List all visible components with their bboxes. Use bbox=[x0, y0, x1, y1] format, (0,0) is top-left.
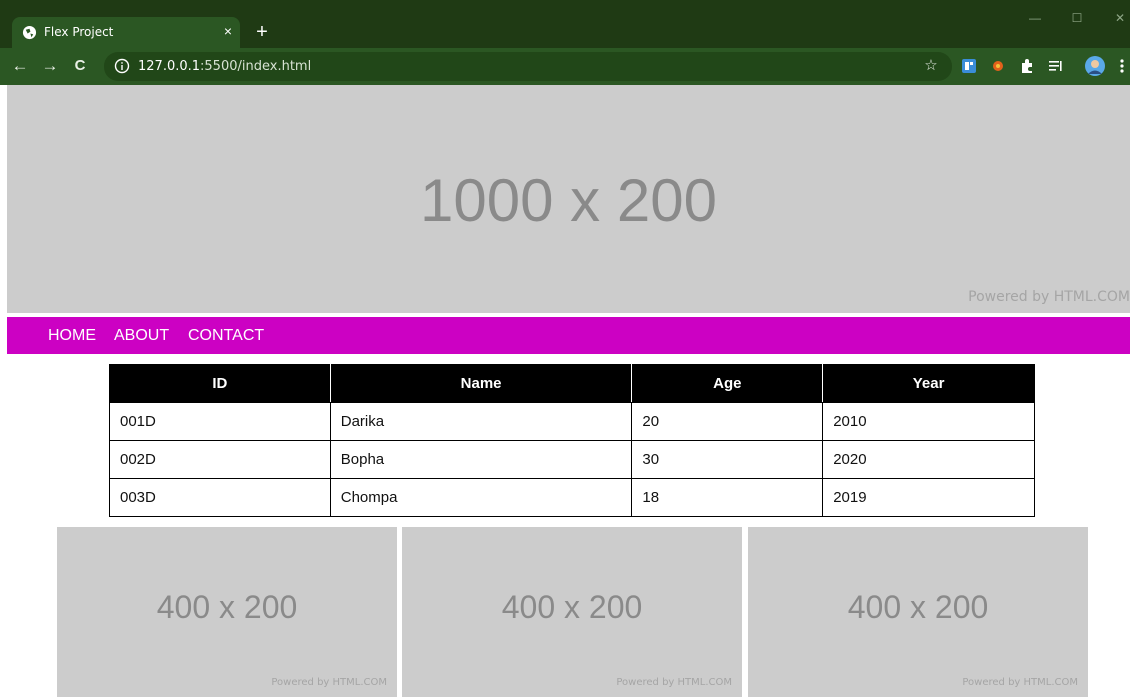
table-cell-name: Chompa bbox=[329, 478, 633, 517]
nav-link-home[interactable]: HOME bbox=[48, 327, 96, 345]
main-navbar: HOME ABOUT CONTACT bbox=[7, 317, 1130, 354]
hero-size-label: 1000 x 200 bbox=[420, 167, 717, 234]
info-icon[interactable] bbox=[114, 58, 130, 74]
tab-close-icon[interactable]: × bbox=[220, 23, 236, 39]
data-table: ID Name Age Year 001D Darika 20 2010 002… bbox=[109, 364, 1035, 517]
table-cell-id: 001D bbox=[109, 402, 331, 441]
table-cell-year: 2010 bbox=[822, 402, 1035, 441]
column-header-age: Age bbox=[631, 364, 824, 403]
new-tab-icon[interactable]: + bbox=[252, 22, 272, 42]
thumbnail-powered-by: Powered by HTML.COM bbox=[962, 677, 1078, 688]
column-header-id: ID bbox=[109, 364, 331, 403]
hero-powered-by: Powered by HTML.COM bbox=[968, 289, 1130, 305]
url-host: 127.0.0.1 bbox=[138, 59, 201, 74]
maximize-icon[interactable]: ☐ bbox=[1069, 10, 1085, 26]
address-bar[interactable]: 127.0.0.1:5500/index.html ☆ bbox=[104, 52, 952, 81]
hero-image: 1000 x 200 Powered by HTML.COM bbox=[7, 85, 1130, 313]
nav-link-about[interactable]: ABOUT bbox=[114, 327, 169, 345]
minimize-icon[interactable]: — bbox=[1027, 10, 1043, 26]
close-window-icon[interactable]: ✕ bbox=[1112, 10, 1128, 26]
forward-icon[interactable]: → bbox=[40, 56, 60, 76]
table-row: 002D Bopha 30 2020 bbox=[109, 440, 1035, 479]
table-cell-id: 003D bbox=[109, 478, 331, 517]
tab-strip: Flex Project × + — ☐ ✕ bbox=[0, 0, 1130, 48]
bookmark-star-icon[interactable]: ☆ bbox=[922, 57, 940, 75]
thumbnail-image: 400 x 200 Powered by HTML.COM bbox=[402, 527, 742, 697]
extensions-puzzle-icon[interactable] bbox=[1018, 57, 1036, 75]
table-cell-age: 18 bbox=[631, 478, 824, 517]
table-row: 001D Darika 20 2010 bbox=[109, 402, 1035, 441]
table-cell-name: Bopha bbox=[329, 440, 633, 479]
extension-translate-icon[interactable] bbox=[960, 57, 978, 75]
thumbnail-powered-by: Powered by HTML.COM bbox=[271, 677, 387, 688]
table-cell-year: 2020 bbox=[822, 440, 1035, 479]
globe-icon bbox=[22, 25, 37, 40]
reading-list-icon[interactable] bbox=[1047, 57, 1065, 75]
url-path: :5500/index.html bbox=[200, 59, 312, 74]
thumbnail-image: 400 x 200 Powered by HTML.COM bbox=[57, 527, 397, 697]
column-header-year: Year bbox=[822, 364, 1035, 403]
table-cell-year: 2019 bbox=[822, 478, 1035, 517]
profile-avatar-icon[interactable] bbox=[1084, 55, 1106, 77]
table-row: 003D Chompa 18 2019 bbox=[109, 478, 1035, 517]
table-cell-name: Darika bbox=[329, 402, 633, 441]
back-icon[interactable]: ← bbox=[10, 56, 30, 76]
tab-title: Flex Project bbox=[44, 25, 114, 39]
thumbnail-size-label: 400 x 200 bbox=[501, 589, 643, 625]
thumbnail-image: 400 x 200 Powered by HTML.COM bbox=[748, 527, 1088, 697]
browser-chrome: Flex Project × + — ☐ ✕ ← → C 127.0.0.1:5… bbox=[0, 0, 1130, 85]
extension-octopus-icon[interactable] bbox=[989, 57, 1007, 75]
table-cell-id: 002D bbox=[109, 440, 331, 479]
menu-kebab-icon[interactable] bbox=[1118, 57, 1126, 75]
table-cell-age: 20 bbox=[631, 402, 824, 441]
browser-toolbar: ← → C 127.0.0.1:5500/index.html ☆ bbox=[0, 48, 1130, 85]
thumbnail-size-label: 400 x 200 bbox=[847, 589, 989, 625]
table-cell-age: 30 bbox=[631, 440, 824, 479]
browser-tab[interactable]: Flex Project × bbox=[12, 17, 240, 48]
table-header-row: ID Name Age Year bbox=[109, 364, 1035, 403]
column-header-name: Name bbox=[329, 364, 633, 403]
thumbnail-size-label: 400 x 200 bbox=[156, 589, 298, 625]
thumbnail-powered-by: Powered by HTML.COM bbox=[616, 677, 732, 688]
reload-icon[interactable]: C bbox=[70, 56, 90, 76]
nav-link-contact[interactable]: CONTACT bbox=[188, 327, 264, 345]
url-text[interactable]: 127.0.0.1:5500/index.html bbox=[138, 59, 311, 74]
